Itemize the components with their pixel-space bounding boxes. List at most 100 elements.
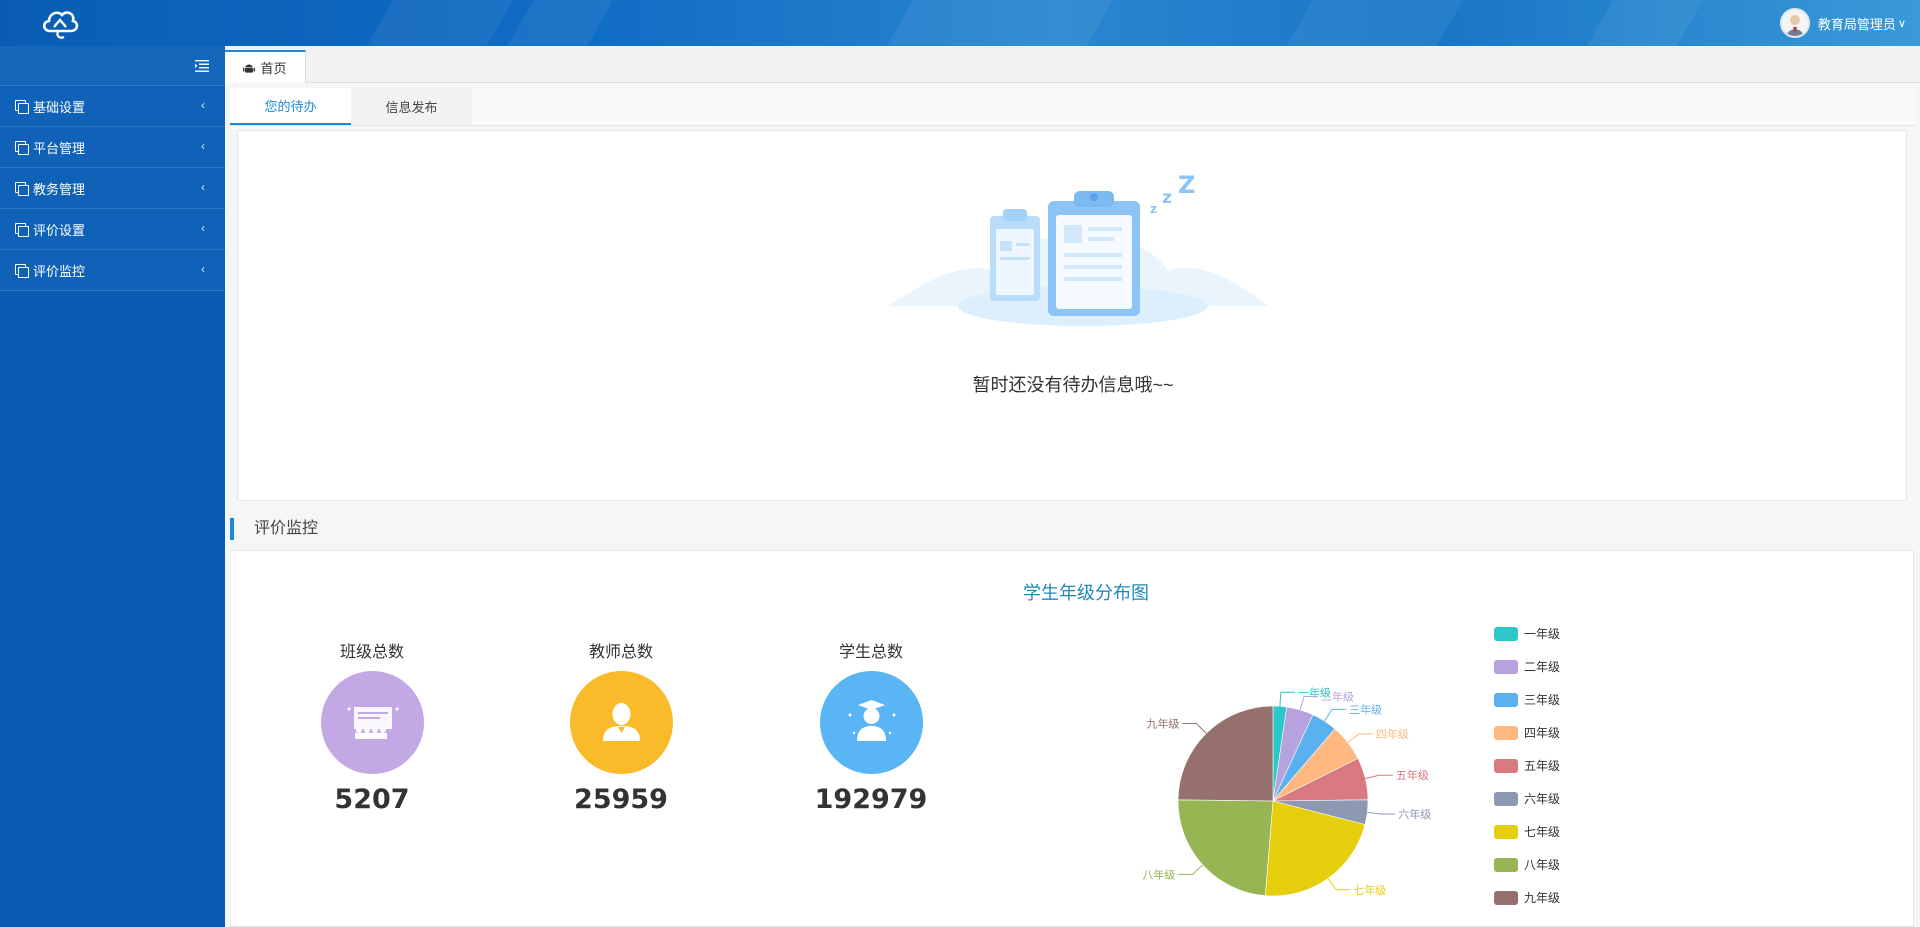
empty-todo-message: 暂时还没有待办信息哦~~ [972,375,1174,395]
pie-label: 五年级 [1396,768,1429,782]
legend-label: 八年级 [1524,858,1561,872]
legend-label: 六年级 [1524,792,1561,806]
teacher-icon [569,671,673,774]
legend-item[interactable]: 七年级 [1494,815,1560,848]
pie-label-line [1182,722,1207,734]
legend-item[interactable]: 六年级 [1494,782,1560,815]
chevron-left-icon: ‹ [201,180,205,194]
sidebar-item-evaluation-monitoring[interactable]: 评价监控 ‹ [0,250,225,291]
legend-item[interactable]: 一年级 [1494,617,1560,650]
cloud-logo-icon[interactable] [40,5,80,41]
legend-item[interactable]: 四年级 [1494,716,1560,749]
sidebar-item-basic-settings[interactable]: 基础设置 ‹ [0,86,225,127]
stat-student-total: 学生总数 192979 [791,641,951,815]
sidebar-item-label: 教务管理 [33,181,86,197]
legend-label: 二年级 [1524,660,1561,674]
sidebar-item-label: 评价设置 [33,222,86,238]
legend-swatch [1494,725,1518,740]
pie-label-line [1365,774,1393,780]
subtab-bar: 您的待办 信息发布 [230,88,1915,126]
legend-item[interactable]: 三年级 [1494,683,1560,716]
pie-label-line [1178,864,1204,875]
header-decoration [366,0,514,46]
legend-swatch [1494,626,1518,641]
user-name: 教育局管理员 [1817,16,1896,32]
todo-panel: z z Z 暂时还没有待办信息哦~~ [237,130,1907,501]
stat-label: 教师总数 [588,644,653,661]
sidebar-toggle[interactable] [0,46,225,86]
chevron-left-icon: ‹ [201,221,205,235]
sidebar-item-label: 基础设置 [33,99,86,115]
stat-class-total: 班级总数 5207 [292,641,452,815]
top-header: 教育局管理员 ∨ [0,0,1920,46]
android-icon [243,64,256,73]
copy-icon [15,99,29,114]
stats-panel: 班级总数 5207 教师总数 25959 学生总数 192979 学生年级分布图… [230,550,1914,927]
svg-text:z: z [1162,188,1172,208]
pie-label-line [1367,811,1396,815]
stat-value: 5207 [334,784,410,815]
page-tab-bar: 首页 [225,46,1920,83]
legend-swatch [1494,791,1518,806]
stat-value: 25959 [574,784,668,815]
menu-collapse-icon[interactable] [195,60,209,72]
copy-icon [15,263,29,278]
chart-title: 学生年级分布图 [1023,583,1149,603]
tab-home[interactable]: 首页 [225,50,306,83]
tab-info-publish[interactable]: 信息发布 [351,88,472,125]
grade-distribution-pie-chart[interactable]: 一年级二年级三年级四年级五年级六年级七年级八年级九年级 [1101,621,1481,921]
pie-label: 三年级 [1349,702,1382,716]
tab-home-label: 首页 [260,61,287,76]
stat-label: 班级总数 [339,644,404,661]
legend-swatch [1494,824,1518,839]
legend-label: 九年级 [1524,891,1561,905]
header-decoration [1286,0,1464,46]
legend-label: 五年级 [1524,759,1561,773]
legend-item[interactable]: 九年级 [1494,881,1560,914]
copy-icon [15,181,29,196]
section-title: 评价监控 [230,518,318,540]
pie-label-line [1327,878,1351,891]
legend-label: 四年级 [1524,726,1561,740]
header-decoration [506,0,614,46]
sidebar-item-label: 评价监控 [33,263,86,279]
legend-item[interactable]: 五年级 [1494,749,1560,782]
pie-label-line [1279,691,1295,707]
pie-label-line [1347,733,1373,743]
user-menu[interactable]: 教育局管理员 ∨ [1779,6,1906,40]
sidebar-item-label: 平台管理 [33,140,86,156]
pie-slice-9[interactable] [1177,705,1274,802]
legend-swatch [1494,659,1518,674]
legend-label: 三年级 [1524,693,1561,707]
copy-icon [15,140,29,155]
pie-label-line [1323,708,1346,722]
sidebar-item-evaluation-settings[interactable]: 评价设置 ‹ [0,209,225,250]
header-decoration [886,0,1114,46]
graduate-icon [819,671,923,774]
sidebar-item-platform-management[interactable]: 平台管理 ‹ [0,127,225,168]
classroom-icon [320,671,424,774]
main-content: 首页 您的待办 信息发布 z z Z 暂时还没有待办信息哦~~ 评价监控 班级总… [225,46,1920,927]
pie-label: 七年级 [1353,883,1386,897]
pie-label: 二年级 [1321,690,1354,704]
legend-swatch [1494,857,1518,872]
copy-icon [15,222,29,237]
legend-swatch [1494,758,1518,773]
stat-value: 192979 [814,784,928,815]
pie-slice-8[interactable] [1177,799,1274,897]
legend-item[interactable]: 八年级 [1494,848,1560,881]
pie-label: 六年级 [1398,807,1431,821]
stat-teacher-total: 教师总数 25959 [541,641,701,815]
chevron-left-icon: ‹ [201,262,205,276]
pie-label: 四年级 [1376,727,1409,741]
tab-my-todo[interactable]: 您的待办 [230,88,351,125]
legend-item[interactable]: 二年级 [1494,650,1560,683]
svg-text:z: z [1150,202,1157,216]
empty-clipboard-illustration: z z Z [888,171,1268,326]
legend-swatch [1494,890,1518,905]
chart-legend: 一年级二年级三年级四年级五年级六年级七年级八年级九年级 [1494,617,1560,914]
chevron-left-icon: ‹ [201,139,205,153]
chevron-left-icon: ‹ [201,98,205,112]
svg-text:Z: Z [1178,171,1195,199]
sidebar-item-academic-affairs[interactable]: 教务管理 ‹ [0,168,225,209]
